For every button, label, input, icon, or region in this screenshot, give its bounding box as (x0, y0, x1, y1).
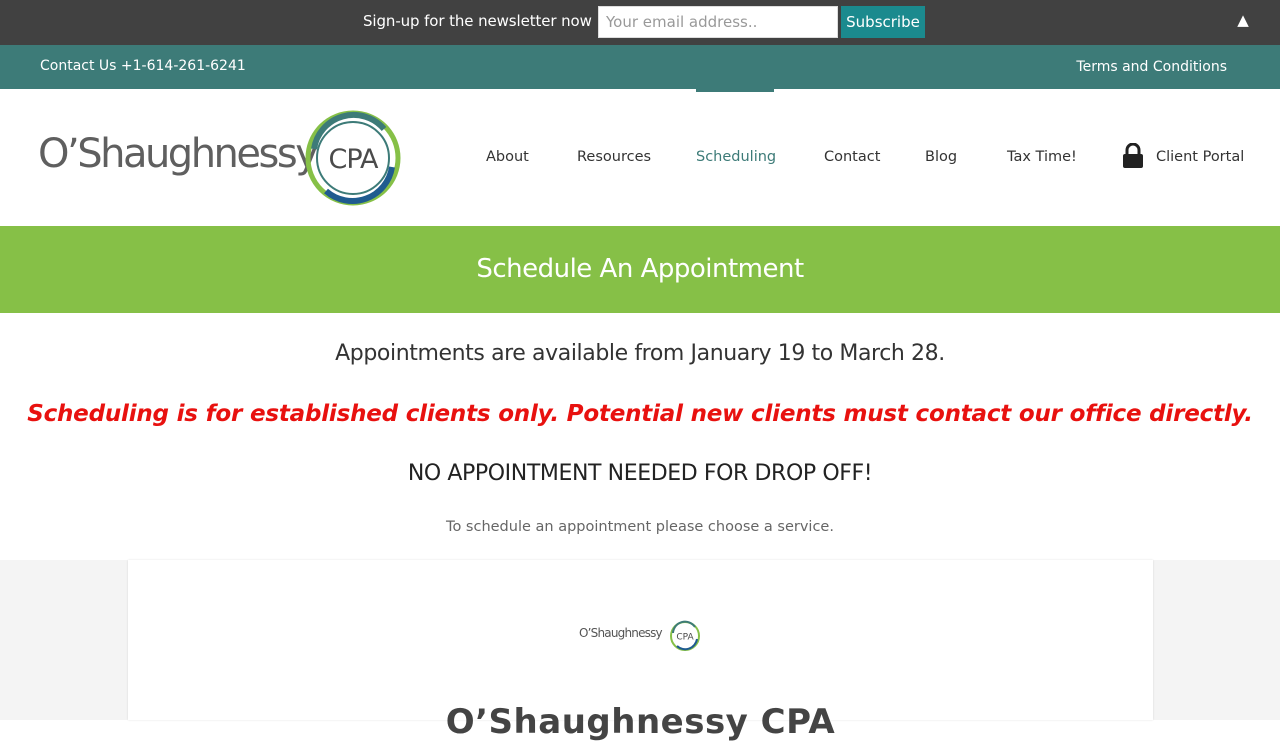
availability-text: Appointments are available from January … (335, 341, 945, 366)
site-header: O’Shaughnessy CPA About Resources Schedu… (0, 89, 1280, 226)
nav-client-portal[interactable]: Client Portal (1156, 149, 1244, 165)
scheduler-logo-badge-text: CPA (676, 633, 694, 643)
newsletter-bar: Sign-up for the newsletter now Subscribe… (0, 0, 1280, 45)
nav-tax-time[interactable]: Tax Time! (1007, 149, 1077, 165)
terms-link[interactable]: Terms and Conditions (1076, 59, 1227, 75)
scheduler-cpa-badge-icon: CPA (670, 620, 700, 651)
newsletter-label: Sign-up for the newsletter now (363, 12, 592, 30)
lock-icon[interactable] (1122, 143, 1144, 169)
scheduler-logo: O’Shaughnessy CPA (579, 620, 701, 652)
subscribe-button[interactable]: Subscribe (841, 6, 925, 38)
nav-resources[interactable]: Resources (577, 149, 651, 165)
newsletter-email-input[interactable] (598, 6, 838, 38)
scheduler-logo-wordmark: O’Shaughnessy (579, 626, 663, 640)
main-nav: About Resources Scheduling Contact Blog … (0, 89, 1280, 226)
nav-contact[interactable]: Contact (824, 149, 880, 165)
established-clients-warning: Scheduling is for established clients on… (27, 401, 1253, 427)
contact-phone[interactable]: Contact Us +1-614-261-6241 (40, 58, 246, 74)
page-banner: Schedule An Appointment (0, 226, 1280, 313)
scheduling-notice: Appointments are available from January … (0, 313, 1280, 560)
scheduler-title: O’Shaughnessy CPA (445, 702, 836, 742)
nav-scheduling[interactable]: Scheduling (696, 149, 776, 165)
scheduler-embed: O’Shaughnessy CPA O’Shaughnessy CPA (128, 560, 1153, 742)
nav-active-indicator (696, 89, 774, 92)
choose-service-instruction: To schedule an appointment please choose… (446, 519, 834, 535)
collapse-arrow-icon[interactable]: ▲ (1234, 10, 1252, 30)
nav-blog[interactable]: Blog (925, 149, 957, 165)
nav-about[interactable]: About (486, 149, 529, 165)
page-title: Schedule An Appointment (476, 254, 804, 284)
drop-off-notice: NO APPOINTMENT NEEDED FOR DROP OFF! (407, 461, 873, 486)
contact-bar: Contact Us +1-614-261-6241 Terms and Con… (0, 45, 1280, 89)
